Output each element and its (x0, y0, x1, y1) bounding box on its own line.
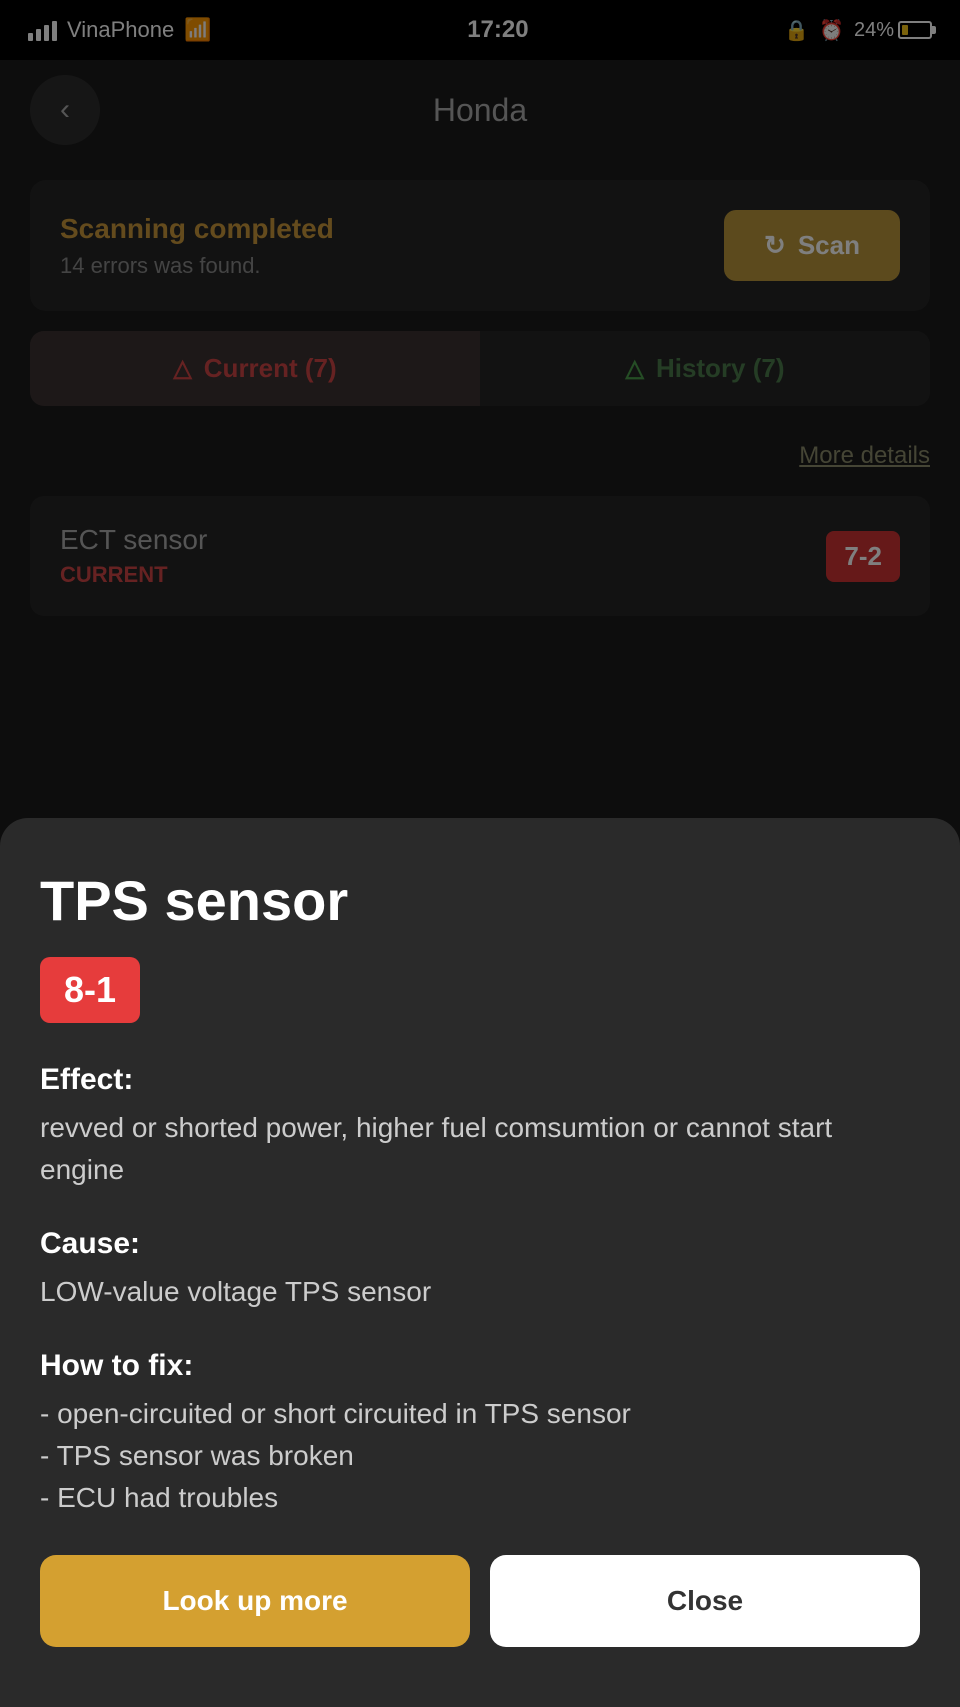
cause-body: LOW-value voltage TPS sensor (40, 1271, 920, 1313)
effect-body: revved or shorted power, higher fuel com… (40, 1107, 920, 1191)
lookup-button[interactable]: Look up more (40, 1555, 470, 1647)
close-button[interactable]: Close (490, 1555, 920, 1647)
how-to-fix-body: - open-circuited or short circuited in T… (40, 1393, 920, 1519)
bottom-sheet: TPS sensor 8-1 Effect: revved or shorted… (0, 818, 960, 1707)
bottom-buttons: Look up more Close (40, 1555, 920, 1647)
cause-label: Cause: (40, 1227, 920, 1261)
error-code-badge: 8-1 (40, 957, 140, 1023)
sensor-title: TPS sensor (40, 868, 920, 933)
how-to-fix-label: How to fix: (40, 1349, 920, 1383)
effect-label: Effect: (40, 1063, 920, 1097)
